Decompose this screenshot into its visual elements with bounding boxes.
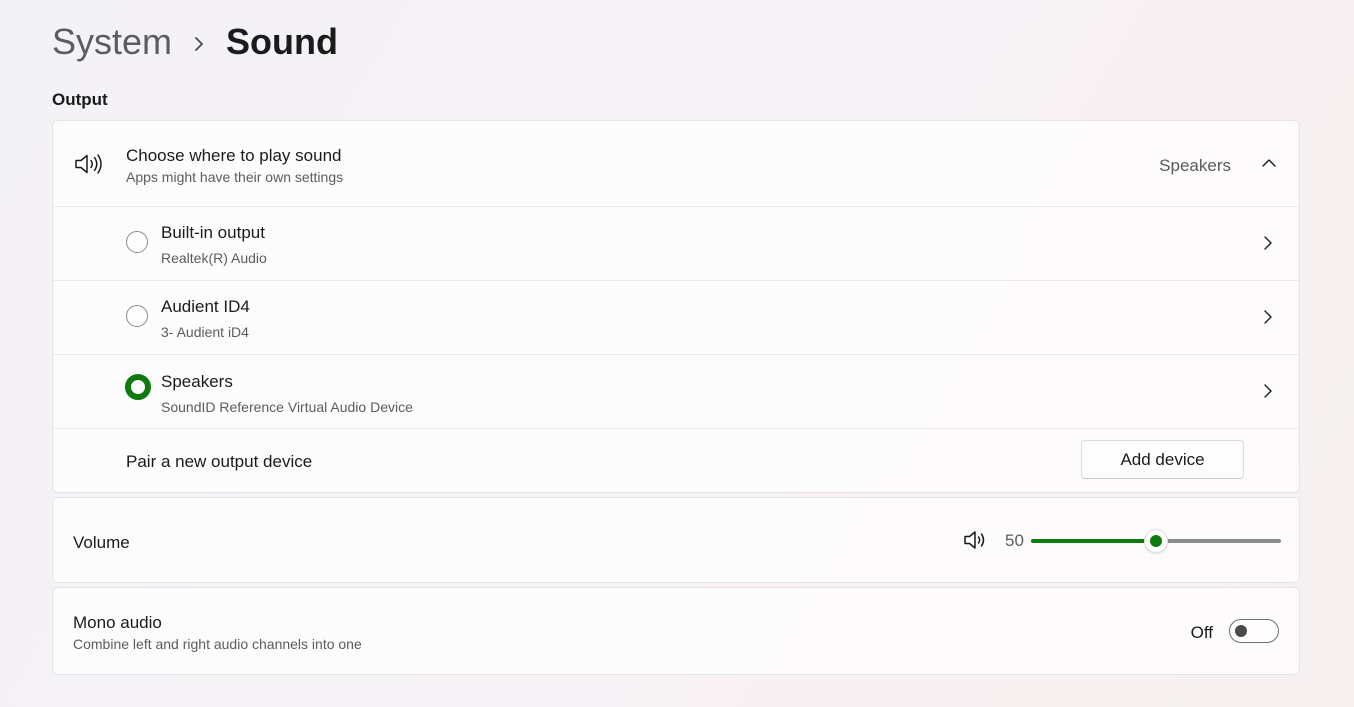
volume-slider[interactable]	[1031, 529, 1281, 553]
device-radio-speakers[interactable]	[125, 374, 151, 400]
pair-output-label: Pair a new output device	[126, 452, 313, 471]
device-description: 3- Audient iD4	[161, 324, 249, 340]
volume-card: Volume 50	[52, 497, 1300, 583]
speaker-icon	[75, 154, 102, 174]
mono-audio-card: Mono audio Combine left and right audio …	[52, 587, 1300, 675]
mono-audio-title: Mono audio	[73, 613, 162, 632]
device-description: SoundID Reference Virtual Audio Device	[161, 399, 413, 415]
volume-value: 50	[1005, 531, 1024, 550]
volume-slider-fill	[1031, 539, 1156, 543]
page-title: Sound	[226, 21, 339, 62]
volume-slider-thumb[interactable]	[1144, 529, 1168, 553]
device-name: Audient ID4	[161, 297, 250, 316]
mono-audio-toggle[interactable]	[1229, 619, 1279, 643]
add-device-button[interactable]: Add device	[1081, 440, 1244, 479]
device-radio-built-in[interactable]	[126, 231, 148, 253]
output-device-row-audient[interactable]: Audient ID4 3- Audient iD4	[53, 281, 1299, 355]
toggle-knob	[1235, 625, 1247, 637]
mono-audio-state: Off	[1190, 623, 1213, 642]
chevron-up-icon[interactable]	[1261, 155, 1277, 171]
breadcrumb: System Sound	[52, 18, 338, 66]
output-device-row-speakers[interactable]: Speakers SoundID Reference Virtual Audio…	[53, 355, 1299, 429]
device-name: Speakers	[161, 372, 233, 391]
chevron-right-icon[interactable]	[1261, 235, 1275, 251]
chevron-right-icon[interactable]	[1261, 309, 1275, 325]
choose-output-header[interactable]: Choose where to play sound Apps might ha…	[53, 121, 1299, 206]
selected-output-value: Speakers	[1159, 156, 1231, 175]
breadcrumb-system-link[interactable]: System	[52, 18, 172, 66]
output-section-title: Output	[52, 90, 108, 109]
output-card: Choose where to play sound Apps might ha…	[52, 120, 1300, 493]
pair-output-row: Pair a new output device Add device	[53, 429, 1299, 493]
volume-label: Volume	[73, 533, 130, 552]
chevron-right-icon	[172, 18, 226, 66]
device-description: Realtek(R) Audio	[161, 250, 267, 266]
volume-icon[interactable]	[963, 529, 987, 551]
device-name: Built-in output	[161, 223, 265, 242]
mono-audio-subtitle: Combine left and right audio channels in…	[73, 636, 362, 652]
choose-output-subtitle: Apps might have their own settings	[126, 169, 344, 185]
output-device-row-built-in[interactable]: Built-in output Realtek(R) Audio	[53, 207, 1299, 281]
choose-output-title: Choose where to play sound	[126, 146, 342, 165]
device-radio-audient[interactable]	[126, 305, 148, 327]
chevron-right-icon[interactable]	[1261, 383, 1275, 399]
